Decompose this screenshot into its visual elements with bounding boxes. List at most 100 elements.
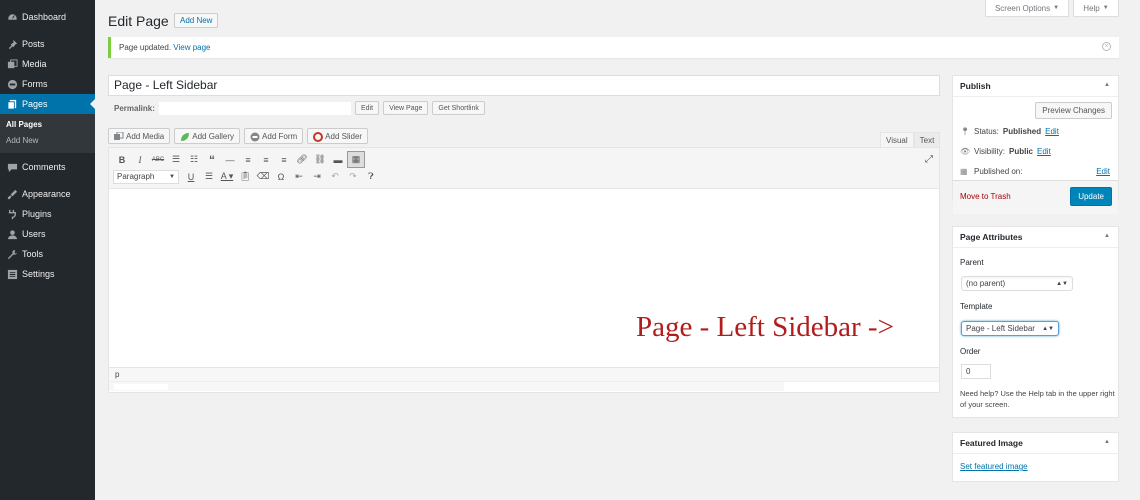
sidebar-item-posts[interactable]: Posts — [0, 34, 95, 54]
submenu-all-pages[interactable]: All Pages — [0, 117, 95, 133]
sidebar-item-comments[interactable]: Comments — [0, 157, 95, 177]
blockquote-icon[interactable]: “ — [203, 151, 221, 168]
parent-select[interactable]: (no parent) ▲▼ — [961, 276, 1073, 291]
collapse-icon[interactable]: ▲ — [1104, 439, 1110, 445]
visibility-value: Public — [1008, 147, 1033, 156]
media-buttons: Add Media Add Gallery Add Form Add Slide… — [108, 128, 369, 144]
featured-image-header[interactable]: Featured Image ▲ — [953, 433, 1118, 454]
align-center-icon[interactable]: ≡ — [257, 151, 275, 168]
edit-status-link[interactable]: Edit — [1045, 127, 1059, 136]
featured-image-title: Featured Image — [960, 438, 1023, 448]
sidebar-item-label: Users — [22, 229, 46, 239]
undo-icon[interactable]: ↶ — [326, 168, 344, 185]
visibility-label: Visibility: — [974, 147, 1005, 156]
sidebar-item-forms[interactable]: Forms — [0, 74, 95, 94]
add-form-label: Add Form — [262, 131, 298, 141]
sidebar-item-media[interactable]: Media — [0, 54, 95, 74]
collapse-icon[interactable]: ▲ — [1104, 233, 1110, 239]
align-right-icon[interactable]: ≡ — [275, 151, 293, 168]
format-select[interactable]: Paragraph ▼ — [113, 169, 179, 184]
italic-icon[interactable]: I — [131, 151, 149, 168]
view-page-link[interactable]: View page — [173, 43, 210, 52]
order-label: Order — [960, 347, 981, 356]
form-icon — [250, 132, 260, 141]
strikethrough-icon[interactable]: ABC — [149, 151, 167, 168]
chevron-updown-icon: ▲▼ — [1056, 280, 1068, 287]
media-icon — [114, 131, 124, 141]
outdent-icon[interactable]: ⇤ — [290, 168, 308, 185]
status-row: 📍︎ Status: Published Edit — [960, 127, 1059, 136]
text-color-icon[interactable]: A ▾ — [218, 168, 236, 185]
add-new-button[interactable]: Add New — [174, 13, 219, 28]
sidebar-item-plugins[interactable]: Plugins — [0, 204, 95, 224]
move-to-trash-link[interactable]: Move to Trash — [960, 192, 1011, 201]
underline-icon[interactable]: U — [182, 168, 200, 185]
fullscreen-icon[interactable]: ⤢ — [925, 154, 933, 165]
edit-visibility-link[interactable]: Edit — [1037, 147, 1051, 156]
publish-actions: Move to Trash Update — [953, 180, 1118, 214]
template-select[interactable]: Page - Left Sidebar ▲▼ — [961, 321, 1059, 336]
numbered-list-icon[interactable]: ☷ — [185, 151, 203, 168]
bulleted-list-icon[interactable]: ☰ — [167, 151, 185, 168]
justify-icon[interactable]: ☰ — [200, 168, 218, 185]
redo-icon[interactable]: ↷ — [344, 168, 362, 185]
screen-options-label: Screen Options — [994, 3, 1051, 13]
edit-date-link[interactable]: Edit — [1096, 167, 1110, 176]
word-count-bar — [109, 381, 939, 392]
special-character-icon[interactable]: Ω — [272, 168, 290, 185]
dismiss-icon[interactable]: × — [1102, 42, 1111, 51]
sidebar-item-label: Pages — [22, 99, 48, 109]
submenu-add-new[interactable]: Add New — [0, 133, 95, 149]
caret-down-icon: ▼ — [1102, 5, 1109, 11]
page-attributes-header[interactable]: Page Attributes ▲ — [953, 227, 1118, 248]
add-media-button[interactable]: Add Media — [108, 128, 171, 144]
paste-text-icon[interactable]: 📋︎ — [236, 168, 254, 185]
publish-box-header[interactable]: Publish ▲ — [953, 76, 1118, 97]
get-shortlink-button[interactable]: Get Shortlink — [432, 101, 485, 115]
add-slider-button[interactable]: Add Slider — [307, 128, 369, 144]
edit-permalink-button[interactable]: Edit — [355, 101, 380, 115]
help-tab[interactable]: Help ▼ — [1073, 0, 1119, 17]
order-input[interactable]: 0 — [961, 364, 991, 379]
page-attributes-box: Page Attributes ▲ Parent (no parent) ▲▼ … — [952, 226, 1119, 418]
add-gallery-button[interactable]: Add Gallery — [174, 128, 241, 144]
add-form-button[interactable]: Add Form — [244, 128, 304, 144]
sidebar-item-appearance[interactable]: Appearance — [0, 184, 95, 204]
read-more-icon[interactable]: ▬ — [329, 151, 347, 168]
editor-toolbar: B I ABC ☰ ☷ “ — ≡ ≡ ≡ 🔗︎ ⛓︎ ▬ ▦ Paragrap… — [109, 148, 939, 189]
sidebar-item-label: Posts — [22, 39, 45, 49]
screen-options-tab[interactable]: Screen Options ▼ — [985, 0, 1069, 17]
plugins-icon — [6, 208, 18, 220]
unlink-icon[interactable]: ⛓︎ — [311, 151, 329, 168]
sidebar-item-users[interactable]: Users — [0, 224, 95, 244]
permalink-slug[interactable] — [159, 101, 351, 115]
media-icon — [6, 58, 18, 70]
sidebar-item-label: Media — [22, 59, 47, 69]
publish-box: Publish ▲ Preview Changes 📍︎ Status: Pub… — [952, 75, 1119, 214]
tab-text[interactable]: Text — [913, 132, 941, 147]
view-page-button[interactable]: View Page — [383, 101, 429, 115]
horizontal-line-icon[interactable]: — — [221, 151, 239, 168]
update-button[interactable]: Update — [1070, 187, 1112, 206]
sidebar-item-tools[interactable]: Tools — [0, 244, 95, 264]
sidebar-item-dashboard[interactable]: Dashboard — [0, 7, 95, 27]
sidebar-item-settings[interactable]: Settings — [0, 264, 95, 284]
settings-icon — [6, 268, 18, 280]
set-featured-image-link[interactable]: Set featured image — [960, 462, 1028, 471]
preview-changes-button[interactable]: Preview Changes — [1035, 102, 1112, 119]
post-title-input[interactable]: Page - Left Sidebar — [108, 75, 940, 96]
chevron-updown-icon: ▲▼ — [1042, 325, 1054, 332]
sidebar-item-label: Dashboard — [22, 12, 67, 22]
bold-icon[interactable]: B — [113, 151, 131, 168]
link-icon[interactable]: 🔗︎ — [293, 151, 311, 168]
parent-label: Parent — [960, 258, 984, 267]
clear-formatting-icon[interactable]: ⌫ — [254, 168, 272, 185]
indent-icon[interactable]: ⇥ — [308, 168, 326, 185]
dashboard-icon — [6, 11, 18, 23]
align-left-icon[interactable]: ≡ — [239, 151, 257, 168]
collapse-icon[interactable]: ▲ — [1104, 82, 1110, 88]
toolbar-toggle-icon[interactable]: ▦ — [347, 151, 365, 168]
help-icon[interactable]: ❓︎ — [362, 168, 380, 185]
sidebar-item-pages[interactable]: Pages — [0, 94, 95, 114]
tab-visual[interactable]: Visual — [880, 132, 914, 147]
